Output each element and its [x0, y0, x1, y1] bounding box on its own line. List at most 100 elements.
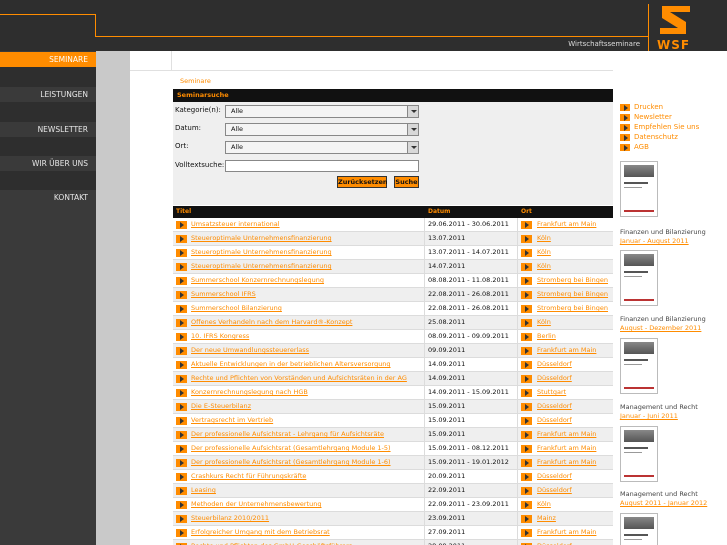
seminar-title-link[interactable]: Der professionelle Aufsichtsrat (Gesamtl…: [191, 458, 423, 466]
arrow-right-icon: [521, 305, 532, 313]
table-row: Offenes Verhandeln nach dem Harvard®-Kon…: [173, 316, 613, 330]
header-title[interactable]: Titel: [176, 208, 191, 215]
column-divider: [424, 344, 425, 358]
arrow-right-icon: [521, 459, 532, 467]
brochure-link[interactable]: Januar - Juni 2011: [620, 412, 678, 420]
breadcrumb[interactable]: Seminare: [180, 77, 211, 85]
seminar-date: 29.06.2011 - 30.06.2011: [428, 220, 509, 228]
column-divider: [424, 470, 425, 484]
seminar-title-link[interactable]: Konzernrechnungslegung nach HGB: [191, 388, 423, 396]
arrow-right-icon: [521, 347, 532, 355]
seminar-place-link[interactable]: Frankfurt am Main: [537, 444, 596, 452]
seminar-place-link[interactable]: Frankfurt am Main: [537, 528, 596, 536]
seminar-title-link[interactable]: Summerschool Bilanzierung: [191, 304, 423, 312]
wsf-logo[interactable]: WSF: [648, 4, 698, 52]
seminar-title-link[interactable]: Umsatzsteuer international: [191, 220, 423, 228]
brochure-link[interactable]: Januar - August 2011: [620, 237, 689, 245]
seminar-title-link[interactable]: Leasing: [191, 486, 423, 494]
nav-separator: [0, 67, 96, 87]
date-select[interactable]: Alle: [225, 123, 419, 136]
search-button[interactable]: Suche: [394, 176, 419, 188]
place-select[interactable]: Alle: [225, 141, 419, 154]
seminar-title-link[interactable]: Steueroptimale Unternehmensfinanzierung: [191, 234, 423, 242]
seminar-place-link[interactable]: Berlin: [537, 332, 556, 340]
column-divider: [517, 456, 518, 470]
nav-kontakt[interactable]: KONTAKT: [0, 190, 96, 205]
seminar-place-link[interactable]: Köln: [537, 262, 551, 270]
seminar-title-link[interactable]: Erfolgreicher Umgang mit dem Betriebsrat: [191, 528, 423, 536]
column-divider: [424, 246, 425, 260]
column-divider: [517, 442, 518, 456]
seminar-place-link[interactable]: Köln: [537, 248, 551, 256]
seminar-title-link[interactable]: Summerschool IFRS: [191, 290, 423, 298]
table-row: Rechte und Pflichten des GmbH-Geschäftsf…: [173, 540, 613, 545]
seminar-place-link[interactable]: Düsseldorf: [537, 486, 572, 494]
seminar-place-link[interactable]: Düsseldorf: [537, 402, 572, 410]
seminar-place-link[interactable]: Stromberg bei Bingen: [537, 276, 608, 284]
column-divider: [517, 470, 518, 484]
nav-newsletter[interactable]: NEWSLETTER: [0, 122, 96, 137]
seminar-place-link[interactable]: Köln: [537, 500, 551, 508]
seminar-place-link[interactable]: Stromberg bei Bingen: [537, 304, 608, 312]
nav-seminare[interactable]: SEMINARE: [0, 52, 96, 67]
brochure-cover[interactable]: [620, 338, 658, 394]
brochure-cover[interactable]: [620, 161, 658, 217]
seminar-title-link[interactable]: Crashkurs Recht für Führungskräfte: [191, 472, 423, 480]
seminar-title-link[interactable]: Der neue Umwandlungssteuererlass: [191, 346, 423, 354]
fulltext-input[interactable]: [225, 160, 419, 172]
seminar-place-link[interactable]: Frankfurt am Main: [537, 458, 596, 466]
seminar-place-link[interactable]: Düsseldorf: [537, 416, 572, 424]
column-divider: [517, 526, 518, 540]
arrow-right-icon: [176, 403, 187, 411]
column-divider: [424, 372, 425, 386]
seminar-place-link[interactable]: Frankfurt am Main: [537, 346, 596, 354]
seminar-title-link[interactable]: Die E-Steuerbilanz: [191, 402, 423, 410]
seminar-title-link[interactable]: Der professionelle Aufsichtsrat (Gesamtl…: [191, 444, 423, 452]
header-place[interactable]: Ort: [521, 208, 532, 215]
table-row: Steueroptimale Unternehmensfinanzierung 1…: [173, 260, 613, 274]
seminar-place-link[interactable]: Frankfurt am Main: [537, 220, 596, 228]
content-top-strip: [130, 51, 613, 71]
seminar-place-link[interactable]: Stuttgart: [537, 388, 566, 396]
seminar-place-link[interactable]: Stromberg bei Bingen: [537, 290, 608, 298]
seminar-place-link[interactable]: Köln: [537, 318, 551, 326]
seminar-place-link[interactable]: Frankfurt am Main: [537, 430, 596, 438]
seminar-place-link[interactable]: Köln: [537, 234, 551, 242]
column-divider: [517, 484, 518, 498]
nav-leistungen[interactable]: LEISTUNGEN: [0, 87, 96, 102]
seminar-title-link[interactable]: Vertragsrecht im Vertrieb: [191, 416, 423, 424]
seminar-place-link[interactable]: Düsseldorf: [537, 360, 572, 368]
table-row: Aktuelle Entwicklungen in der betrieblic…: [173, 358, 613, 372]
brochure-link[interactable]: August 2011 - Januar 2012: [620, 499, 707, 507]
brochure-cover[interactable]: [620, 513, 658, 545]
arrow-right-icon: [176, 473, 187, 481]
seminar-title-link[interactable]: Offenes Verhandeln nach dem Harvard®-Kon…: [191, 318, 423, 326]
category-select[interactable]: Alle: [225, 105, 419, 118]
header-date[interactable]: Datum: [428, 208, 450, 215]
seminar-title-link[interactable]: Rechte und Pflichten von Vorständen und …: [191, 374, 423, 382]
arrow-right-icon: [176, 291, 187, 299]
brochure-title: Management und Recht: [620, 403, 698, 411]
brochure-link[interactable]: August - Dezember 2011: [620, 324, 701, 332]
arrow-right-icon: [176, 319, 187, 327]
reset-button[interactable]: Zurücksetzen: [337, 176, 388, 188]
link-label: Empfehlen Sie uns: [634, 123, 700, 131]
seminar-date: 25.08.2011: [428, 318, 466, 326]
seminar-title-link[interactable]: Aktuelle Entwicklungen in der betrieblic…: [191, 360, 423, 368]
seminar-title-link[interactable]: Summerschool Konzernrechnungslegung: [191, 276, 423, 284]
seminar-title-link[interactable]: Steueroptimale Unternehmensfinanzierung: [191, 262, 423, 270]
seminar-title-link[interactable]: Steuerbilanz 2010/2011: [191, 514, 423, 522]
seminar-title-link[interactable]: Steueroptimale Unternehmensfinanzierung: [191, 248, 423, 256]
brochure-cover[interactable]: [620, 250, 658, 306]
seminar-place-link[interactable]: Düsseldorf: [537, 472, 572, 480]
brochure-cover[interactable]: [620, 426, 658, 482]
seminar-title-link[interactable]: 10. IFRS Kongress: [191, 332, 423, 340]
seminar-place-link[interactable]: Düsseldorf: [537, 374, 572, 382]
seminar-date: 14.09.2011: [428, 360, 466, 368]
table-row: Vertragsrecht im Vertrieb 15.09.2011 Düsse…: [173, 414, 613, 428]
nav-wir-ueber-uns[interactable]: WIR ÜBER UNS: [0, 156, 96, 171]
seminar-date: 14.09.2011: [428, 374, 466, 382]
seminar-place-link[interactable]: Mainz: [537, 514, 556, 522]
seminar-title-link[interactable]: Methoden der Unternehmensbewertung: [191, 500, 423, 508]
seminar-title-link[interactable]: Der professionelle Aufsichtsrat - Lehrga…: [191, 430, 423, 438]
